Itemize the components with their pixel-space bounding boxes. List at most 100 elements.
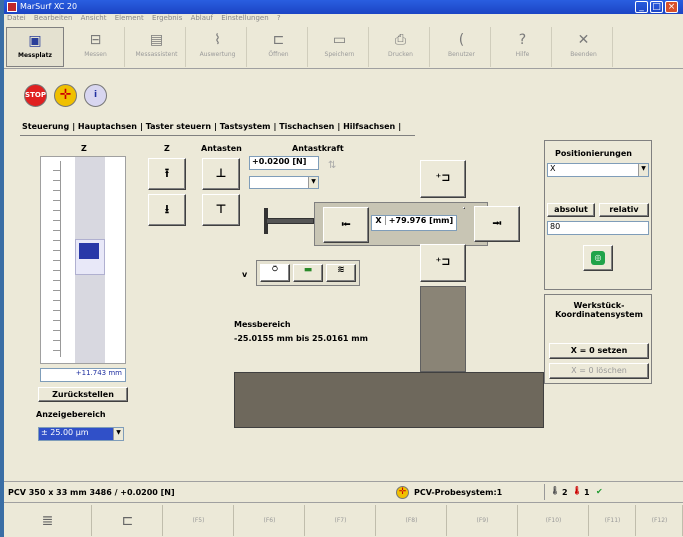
menu-help[interactable]: ? bbox=[277, 14, 281, 22]
anzeigebereich-select[interactable]: ± 25.00 µm ▼ bbox=[38, 427, 124, 441]
absolut-button[interactable]: absolut bbox=[547, 203, 595, 217]
f5-button[interactable]: (F5) bbox=[164, 505, 234, 536]
toolbar-benutzer-button[interactable]: ( Benutzer bbox=[433, 27, 491, 67]
menu-ansicht[interactable]: Ansicht bbox=[81, 14, 107, 22]
center-z-label: Z bbox=[164, 144, 170, 153]
go-to-position-button[interactable]: ◎ bbox=[583, 245, 613, 271]
arrow-right-icon: ⭲ bbox=[492, 216, 502, 230]
menu-ablauf[interactable]: Ablauf bbox=[191, 14, 213, 22]
tab-taster-steuern[interactable]: Taster steuern bbox=[146, 122, 211, 131]
tab-hilfsachsen[interactable]: Hilfsachsen bbox=[343, 122, 395, 131]
probe-carriage: ⭰ X +79.976 [mm] bbox=[314, 202, 488, 246]
evaluation-icon: ⌇ bbox=[214, 32, 221, 48]
gauge-scale bbox=[53, 161, 61, 357]
toolbar-messassistent-button[interactable]: ▤ Messassistent bbox=[128, 27, 186, 67]
z-gauge bbox=[40, 156, 126, 364]
anzeigebereich-label: Anzeigebereich bbox=[36, 410, 106, 419]
slider-icon: ▬ bbox=[303, 265, 313, 275]
speed-selector: ⍥ ▬ ≋ bbox=[256, 260, 360, 286]
positioning-bottom-button[interactable]: ⁺⊐ bbox=[420, 244, 466, 282]
crosshair-icon: ✛ bbox=[59, 87, 72, 103]
chevron-down-icon[interactable]: ▼ bbox=[113, 428, 123, 440]
temperature-2: 1 bbox=[584, 488, 590, 497]
tab-steuerung[interactable]: Steuerung bbox=[22, 122, 69, 131]
werkstueck-group: Werkstück- Koordinatensystem X = 0 setze… bbox=[544, 294, 652, 384]
x-left-button[interactable]: ⭰ bbox=[323, 207, 369, 243]
f9-button[interactable]: (F9) bbox=[448, 505, 518, 536]
f6-button[interactable]: (F6) bbox=[235, 505, 305, 536]
positioning-top-button[interactable]: ⁺⊐ bbox=[420, 160, 466, 198]
snail-icon: ⍥ bbox=[272, 265, 278, 275]
minimize-button[interactable]: _ bbox=[635, 1, 648, 13]
z-up-button[interactable]: ⭱ bbox=[148, 158, 186, 190]
f-probe-button[interactable]: ⊏ bbox=[93, 505, 163, 536]
speed-slow-button[interactable]: ⍥ bbox=[260, 264, 290, 282]
tab-tischachsen[interactable]: Tischachsen bbox=[279, 122, 334, 131]
tab-hauptachsen[interactable]: Hauptachsen bbox=[78, 122, 137, 131]
antasten-down-button[interactable]: ⊤ bbox=[202, 194, 240, 226]
menu-einstellungen[interactable]: Einstellungen bbox=[221, 14, 268, 22]
main-toolbar: ▣ Messplatz ⊟ Messen ▤ Messassistent ⌇ A… bbox=[4, 25, 683, 69]
chevron-down-icon[interactable]: ▼ bbox=[638, 164, 648, 176]
toolbar-beenden-button[interactable]: ✕ Beenden bbox=[555, 27, 613, 67]
menu-bar: Datei Bearbeiten Ansicht Element Ergebni… bbox=[4, 14, 683, 25]
function-key-bar: ≣ ⊏ (F5) (F6) (F7) (F8) (F9) (F10) (F11)… bbox=[4, 505, 683, 537]
clear-zero-button[interactable]: X = 0 löschen bbox=[549, 363, 649, 379]
f11-button[interactable]: (F11) bbox=[590, 505, 636, 536]
check-icon: ✔ bbox=[596, 487, 603, 496]
toolbar-oeffnen-button[interactable]: ⊏ Öffnen bbox=[250, 27, 308, 67]
maximize-button[interactable]: □ bbox=[650, 1, 663, 13]
relativ-button[interactable]: relativ bbox=[599, 203, 649, 217]
chevron-down-icon[interactable]: ▼ bbox=[308, 177, 318, 188]
x-right-button[interactable]: ⭲ bbox=[474, 206, 520, 242]
menu-ergebnis[interactable]: Ergebnis bbox=[152, 14, 182, 22]
f7-button[interactable]: (F7) bbox=[306, 505, 376, 536]
antasten-up-button[interactable]: ⊥ bbox=[202, 158, 240, 190]
column bbox=[420, 286, 466, 372]
open-icon: ⊏ bbox=[272, 32, 285, 48]
toolbar-hilfe-button[interactable]: ? Hilfe bbox=[494, 27, 552, 67]
z-down-button[interactable]: ⭳ bbox=[148, 194, 186, 226]
f8-button[interactable]: (F8) bbox=[377, 505, 447, 536]
menu-element[interactable]: Element bbox=[115, 14, 144, 22]
antastkraft-select[interactable]: ▼ bbox=[249, 176, 319, 189]
stop-marker-icon: ⁺⊐ bbox=[435, 171, 451, 184]
toolbar-messen-button[interactable]: ⊟ Messen bbox=[67, 27, 125, 67]
toolbar-messplatz-button[interactable]: ▣ Messplatz bbox=[6, 27, 64, 67]
position-value-input[interactable]: 80 bbox=[547, 221, 649, 235]
zurueckstellen-button[interactable]: Zurückstellen bbox=[38, 387, 128, 402]
set-zero-button[interactable]: X = 0 setzen bbox=[549, 343, 649, 359]
f12-button[interactable]: (F12) bbox=[637, 505, 683, 536]
force-adjust-icon[interactable]: ⇅ bbox=[328, 160, 348, 182]
positionierung-axis-select[interactable]: X ▼ bbox=[547, 163, 649, 177]
user-icon: ( bbox=[458, 32, 465, 48]
antastkraft-value: +0.0200 [N] bbox=[249, 156, 319, 170]
temperature-1: 2 bbox=[562, 488, 568, 497]
f-menu-button[interactable]: ≣ bbox=[4, 505, 92, 536]
probe-arm bbox=[266, 218, 314, 224]
close-button[interactable]: × bbox=[665, 1, 678, 13]
info-button[interactable]: i bbox=[84, 84, 107, 107]
tab-divider bbox=[20, 135, 415, 137]
speed-medium-button[interactable]: ▬ bbox=[293, 264, 323, 282]
menu-datei[interactable]: Datei bbox=[7, 14, 26, 22]
gauge-indicator[interactable] bbox=[79, 243, 99, 259]
thermometer-icon: 🌡 bbox=[572, 486, 583, 495]
speed-fast-button[interactable]: ≋ bbox=[326, 264, 356, 282]
exit-icon: ✕ bbox=[577, 32, 590, 48]
probe-down-icon: ⊤ bbox=[215, 202, 227, 216]
arrow-up-icon: ⭱ bbox=[164, 166, 170, 180]
toolbar-speichern-button[interactable]: ▭ Speichern bbox=[311, 27, 369, 67]
toolbar-drucken-button[interactable]: ⎙ Drucken bbox=[372, 27, 430, 67]
toolbar-auswertung-button[interactable]: ⌇ Auswertung bbox=[189, 27, 247, 67]
crosshair-button[interactable]: ✛ bbox=[54, 84, 77, 107]
crosshair-icon: ✛ bbox=[396, 486, 409, 499]
tab-tastsystem[interactable]: Tastsystem bbox=[220, 122, 271, 131]
f10-button[interactable]: (F10) bbox=[519, 505, 589, 536]
info-icon: i bbox=[93, 90, 98, 100]
measure-icon: ⊟ bbox=[89, 32, 102, 48]
probe-icon: ⊏ bbox=[121, 513, 134, 529]
workstation-icon: ▣ bbox=[28, 33, 42, 49]
stop-button[interactable]: STOP bbox=[24, 84, 47, 107]
menu-bearbeiten[interactable]: Bearbeiten bbox=[34, 14, 72, 22]
